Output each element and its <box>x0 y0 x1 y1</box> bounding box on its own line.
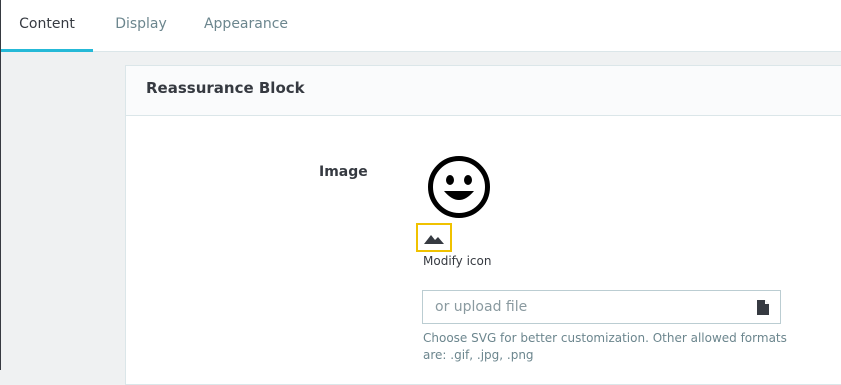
smiley-face-icon <box>428 156 490 218</box>
tab-bar: Content Display Appearance <box>1 0 841 52</box>
tab-content[interactable]: Content <box>1 0 93 52</box>
modify-icon-label: Modify icon <box>423 254 492 268</box>
image-field-label: Image <box>319 164 368 180</box>
upload-placeholder: or upload file <box>435 299 528 315</box>
file-icon[interactable] <box>757 300 769 315</box>
left-sidebar-edge <box>0 0 1 370</box>
panel-heading: Reassurance Block <box>126 66 841 116</box>
panel-title: Reassurance Block <box>146 79 305 97</box>
modify-icon-button[interactable] <box>416 223 452 252</box>
tab-display[interactable]: Display <box>93 0 189 51</box>
mountain-icon <box>424 234 444 244</box>
upload-file-input[interactable]: or upload file <box>422 290 781 324</box>
upload-help-text: Choose SVG for better customization. Oth… <box>423 331 787 362</box>
tab-appearance[interactable]: Appearance <box>189 0 303 51</box>
